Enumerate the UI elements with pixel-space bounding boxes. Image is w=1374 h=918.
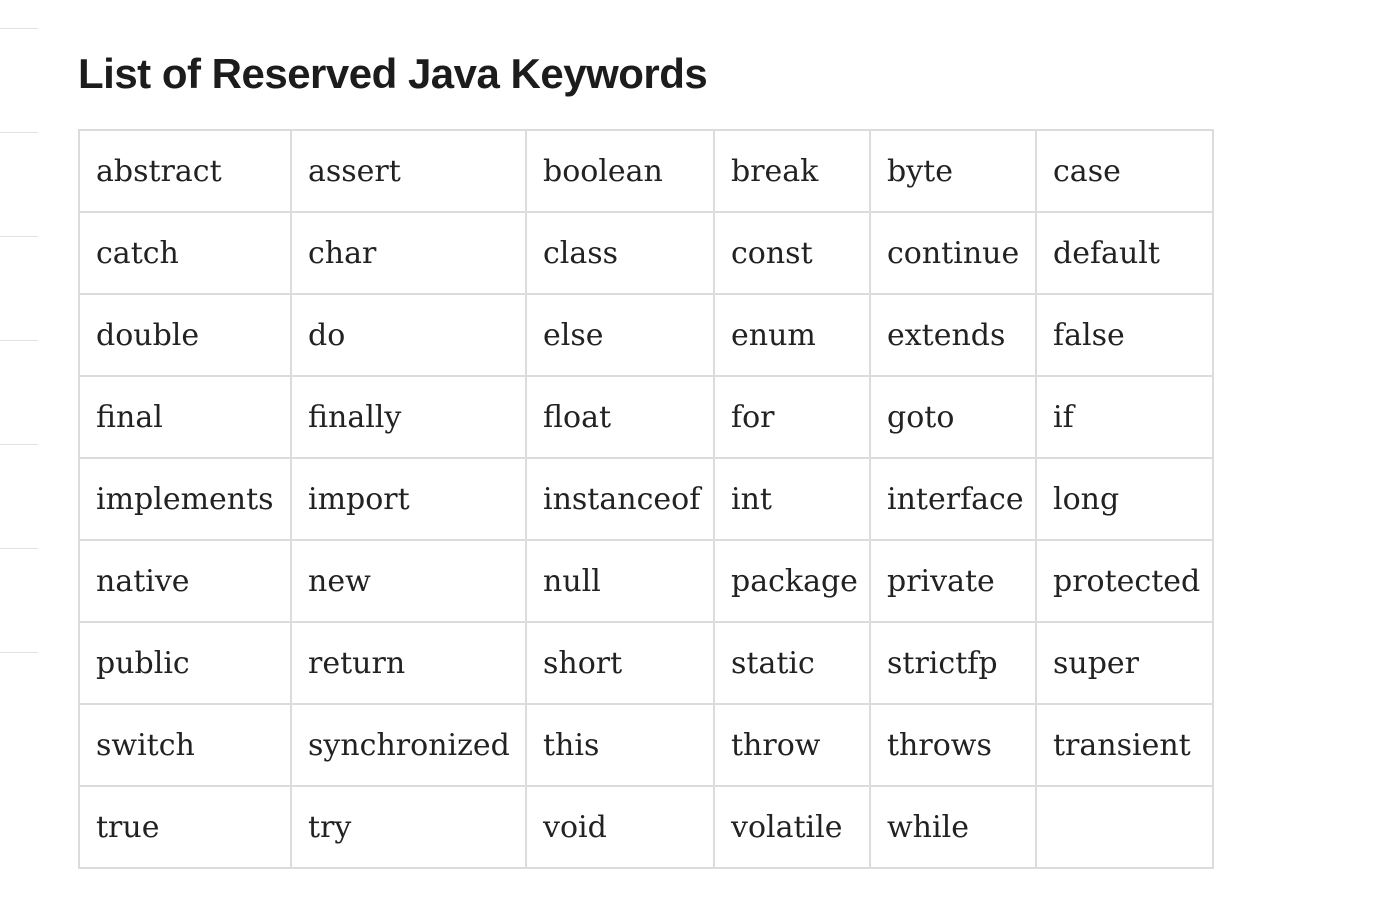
keyword-cell: for [713,375,871,459]
keyword-cell: new [290,539,527,623]
keyword-cell: native [78,539,292,623]
keyword-cell: int [713,457,871,541]
keyword-cell: continue [869,211,1037,295]
keyword-cell: final [78,375,292,459]
table-row: switch synchronized this throw throws tr… [78,703,1214,787]
margin-rule [0,236,38,237]
keyword-cell: const [713,211,871,295]
margin-rule [0,444,38,445]
keyword-cell: package [713,539,871,623]
keyword-cell: enum [713,293,871,377]
keyword-cell: try [290,785,527,869]
margin-rule [0,132,38,133]
table-row: public return short static strictfp supe… [78,621,1214,705]
keyword-cell: finally [290,375,527,459]
keyword-cell: return [290,621,527,705]
table-row: double do else enum extends false [78,293,1214,377]
keyword-cell: while [869,785,1037,869]
highlighted-keyword: boolean [543,153,663,189]
keyword-cell: transient [1035,703,1214,787]
margin-rule [0,28,38,29]
margin-rule [0,340,38,341]
table-row: implements import instanceof int interfa… [78,457,1214,541]
keyword-cell: instanceof [525,457,715,541]
keyword-cell: case [1035,129,1214,213]
table-row: abstract assert boolean break byte case [78,129,1214,213]
keyword-cell: class [525,211,715,295]
keyword-cell: long [1035,457,1214,541]
keyword-cell: super [1035,621,1214,705]
keyword-cell: throws [869,703,1037,787]
keyword-cell: if [1035,375,1214,459]
keyword-cell: volatile [713,785,871,869]
table-row: final finally float for goto if [78,375,1214,459]
keyword-cell: float [525,375,715,459]
keyword-cell: assert [290,129,527,213]
keyword-cell: default [1035,211,1214,295]
keyword-cell: catch [78,211,292,295]
keyword-cell: import [290,457,527,541]
empty-cell [1035,785,1214,869]
keyword-cell: char [290,211,527,295]
page-title: List of Reserved Java Keywords [78,50,708,97]
table-row: true try void volatile while [78,785,1214,869]
keyword-cell: throw [713,703,871,787]
keyword-cell: implements [78,457,292,541]
margin-rule [0,652,38,653]
keyword-cell: do [290,293,527,377]
keyword-cell: public [78,621,292,705]
keyword-cell: break [713,129,871,213]
keyword-cell: switch [78,703,292,787]
keyword-cell: null [525,539,715,623]
keywords-table: abstract assert boolean break byte case … [78,129,1214,869]
keyword-cell: strictfp [869,621,1037,705]
keyword-cell: static [713,621,871,705]
keyword-cell: interface [869,457,1037,541]
keyword-cell: goto [869,375,1037,459]
keyword-cell: extends [869,293,1037,377]
table-row: catch char class const continue default [78,211,1214,295]
keyword-cell: boolean [525,129,715,213]
keyword-cell: byte [869,129,1037,213]
margin-rule [0,548,38,549]
keyword-cell: private [869,539,1037,623]
keyword-cell: protected [1035,539,1214,623]
keyword-cell: abstract [78,129,292,213]
keyword-cell: this [525,703,715,787]
keyword-cell: void [525,785,715,869]
table-row: native new null package private protecte… [78,539,1214,623]
keyword-cell: double [78,293,292,377]
keyword-cell: false [1035,293,1214,377]
keyword-cell: short [525,621,715,705]
keyword-cell: else [525,293,715,377]
keyword-cell: true [78,785,292,869]
keyword-cell: synchronized [290,703,527,787]
